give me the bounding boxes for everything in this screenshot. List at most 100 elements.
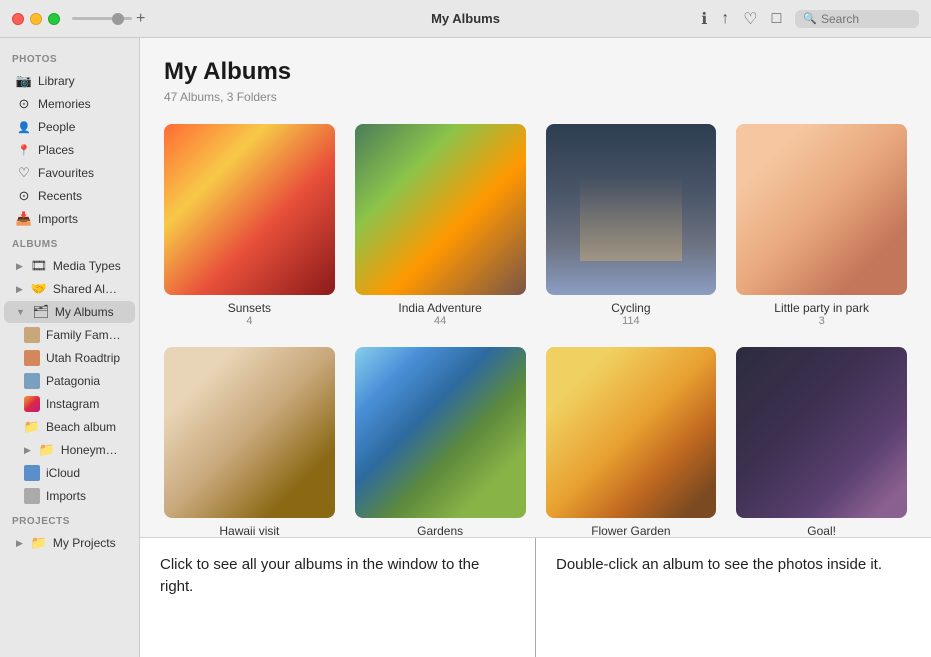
sidebar-item-my-albums[interactable]: ▼ 🗂 My Albums <box>4 301 135 323</box>
sidebar-item-family-family[interactable]: Family Family... <box>4 324 135 346</box>
sidebar-item-beach-album[interactable]: 📁 Beach album <box>4 416 135 438</box>
sidebar: Photos 📷 Library ⊙ Memories 👤 People 📍 P… <box>0 38 140 657</box>
imports-icon: 📥 <box>16 211 32 227</box>
honeymoon-icon: 📁 <box>39 442 55 458</box>
share-icon[interactable]: ↑ <box>721 10 729 28</box>
sidebar-label-icloud: iCloud <box>46 466 80 480</box>
sidebar-label-beach-album: Beach album <box>46 420 116 434</box>
album-count-cycling: 114 <box>622 315 640 327</box>
sidebar-item-places[interactable]: 📍 Places <box>4 139 135 161</box>
album-card-hawaii[interactable]: Hawaii visit 2 <box>164 347 335 537</box>
sidebar-item-imports[interactable]: 📥 Imports <box>4 208 135 230</box>
album-card-flower[interactable]: Flower Garden 8 <box>546 347 717 537</box>
tip-left-text: Click to see all your albums in the wind… <box>160 556 479 595</box>
content-panel: My Albums 47 Albums, 3 Folders Sunsets 4… <box>140 38 931 657</box>
page-subtitle: 47 Albums, 3 Folders <box>164 90 907 104</box>
sidebar-section-photos: Photos <box>0 46 139 69</box>
sidebar-label-imports: Imports <box>38 212 78 226</box>
add-icon[interactable]: □ <box>772 10 782 28</box>
sidebar-item-instagram[interactable]: Instagram <box>4 393 135 415</box>
album-thumbnail-india <box>355 124 526 295</box>
album-name-hawaii: Hawaii visit <box>219 524 279 538</box>
title-bar: + My Albums ℹ ↑ ♡ □ 🔍 <box>0 0 931 38</box>
toolbar-right: ℹ ↑ ♡ □ 🔍 <box>701 9 919 29</box>
sidebar-item-shared-albums[interactable]: ▶ 🤝 Shared Albums <box>4 278 135 300</box>
honeymoon-expander: ▶ <box>24 445 31 456</box>
heart-icon[interactable]: ♡ <box>743 9 757 29</box>
album-name-cycling: Cycling <box>611 301 650 315</box>
album-count-sunsets: 4 <box>246 315 252 327</box>
album-name-goal: Goal! <box>807 524 836 538</box>
album-card-party[interactable]: Little party in park 3 <box>736 124 907 327</box>
recents-icon: ⊙ <box>16 188 32 204</box>
page-title: My Albums <box>164 58 907 86</box>
sidebar-label-people: People <box>38 120 75 134</box>
slider-plus-icon[interactable]: + <box>136 10 145 28</box>
album-name-india: India Adventure <box>398 301 481 315</box>
sidebar-section-projects: Projects <box>0 508 139 531</box>
sidebar-item-patagonia[interactable]: Patagonia <box>4 370 135 392</box>
sidebar-item-people[interactable]: 👤 People <box>4 116 135 138</box>
sidebar-item-library[interactable]: 📷 Library <box>4 70 135 92</box>
window-title: My Albums <box>431 11 500 26</box>
sidebar-item-utah-roadtrip[interactable]: Utah Roadtrip <box>4 347 135 369</box>
traffic-lights <box>12 13 60 25</box>
sidebar-label-recents: Recents <box>38 189 82 203</box>
slider-track <box>72 17 132 20</box>
album-name-party: Little party in park <box>774 301 869 315</box>
sidebar-label-memories: Memories <box>38 97 91 111</box>
sidebar-item-media-types[interactable]: ▶ 🎞 Media Types <box>4 255 135 277</box>
sidebar-item-my-projects[interactable]: ▶ 📁 My Projects <box>4 532 135 554</box>
people-icon: 👤 <box>16 119 32 135</box>
media-types-icon: 🎞 <box>31 258 47 274</box>
album-card-goal[interactable]: Goal! 12 <box>736 347 907 537</box>
sidebar-item-imports2[interactable]: Imports <box>4 485 135 507</box>
instagram-icon <box>24 396 40 412</box>
album-card-cycling[interactable]: Cycling 114 <box>546 124 717 327</box>
icloud-icon <box>24 465 40 481</box>
album-card-gardens[interactable]: Gardens 24 <box>355 347 526 537</box>
album-thumbnail-sunsets <box>164 124 335 295</box>
sidebar-item-memories[interactable]: ⊙ Memories <box>4 93 135 115</box>
sidebar-item-icloud[interactable]: iCloud <box>4 462 135 484</box>
sidebar-label-media-types: Media Types <box>53 259 121 273</box>
sidebar-label-library: Library <box>38 74 75 88</box>
album-thumbnail-party <box>736 124 907 295</box>
search-input[interactable] <box>821 12 911 26</box>
sidebar-label-utah-roadtrip: Utah Roadtrip <box>46 351 120 365</box>
maximize-button[interactable] <box>48 13 60 25</box>
sidebar-label-my-projects: My Projects <box>53 536 116 550</box>
zoom-slider[interactable]: + <box>72 10 145 28</box>
utah-icon <box>24 350 40 366</box>
shared-albums-icon: 🤝 <box>31 281 47 297</box>
my-projects-icon: 📁 <box>31 535 47 551</box>
album-thumbnail-hawaii <box>164 347 335 518</box>
close-button[interactable] <box>12 13 24 25</box>
sidebar-item-honeymoon[interactable]: ▶ 📁 Honeymoon <box>4 439 135 461</box>
slider-thumb[interactable] <box>112 13 124 25</box>
sidebar-item-recents[interactable]: ⊙ Recents <box>4 185 135 207</box>
sidebar-item-favourites[interactable]: ♡ Favourites <box>4 162 135 184</box>
sidebar-label-my-albums: My Albums <box>55 305 114 319</box>
beach-icon: 📁 <box>24 419 40 435</box>
minimize-button[interactable] <box>30 13 42 25</box>
search-box[interactable]: 🔍 <box>795 10 919 28</box>
tip-left: Click to see all your albums in the wind… <box>140 538 536 657</box>
album-card-sunsets[interactable]: Sunsets 4 <box>164 124 335 327</box>
sidebar-section-albums: Albums <box>0 231 139 254</box>
sidebar-label-places: Places <box>38 143 74 157</box>
album-thumbnail-cycling <box>546 124 717 295</box>
album-count-party: 3 <box>819 315 825 327</box>
album-card-india[interactable]: India Adventure 44 <box>355 124 526 327</box>
sidebar-label-instagram: Instagram <box>46 397 99 411</box>
imports2-icon <box>24 488 40 504</box>
album-thumbnail-goal <box>736 347 907 518</box>
my-albums-icon: 🗂 <box>33 304 49 320</box>
sidebar-label-honeymoon: Honeymoon <box>61 443 123 457</box>
shared-expander: ▶ <box>16 284 23 295</box>
album-count-india: 44 <box>434 315 446 327</box>
album-name-sunsets: Sunsets <box>228 301 271 315</box>
search-icon: 🔍 <box>803 12 817 25</box>
info-icon[interactable]: ℹ <box>701 9 707 29</box>
sidebar-label-shared-albums: Shared Albums <box>53 282 123 296</box>
